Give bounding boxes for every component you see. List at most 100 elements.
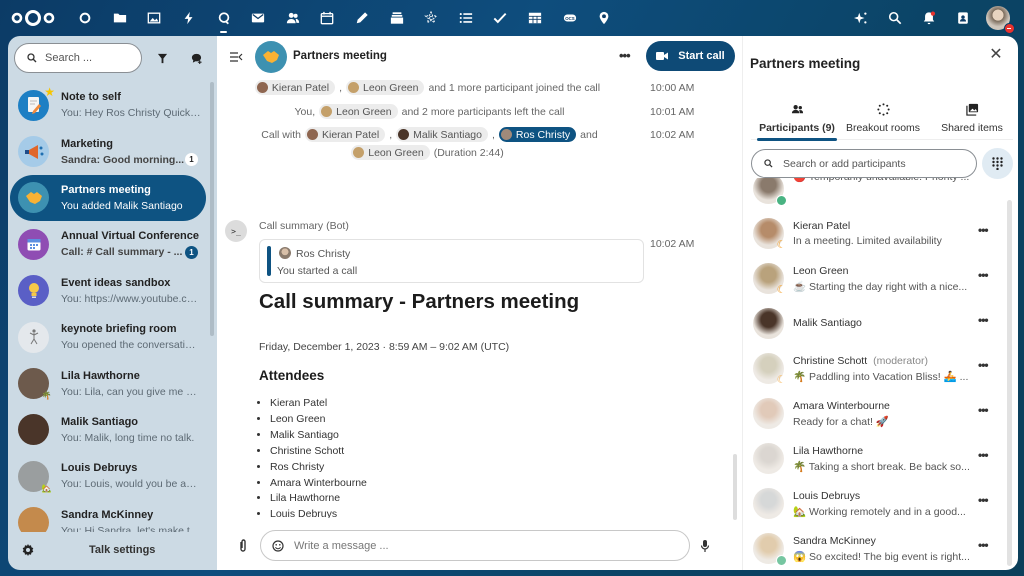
participant-actions-icon[interactable]: ••• — [978, 493, 989, 507]
conversation-list-scrollbar[interactable] — [210, 82, 214, 336]
conversation-item[interactable]: keynote briefing room You opened the conv… — [10, 314, 206, 360]
system-text: , — [491, 128, 495, 141]
app-deck[interactable] — [379, 0, 414, 36]
location-pin-icon — [599, 11, 609, 25]
tab-participants[interactable]: Participants (9) — [757, 100, 837, 141]
favorite-star-icon: ★ — [44, 84, 55, 99]
filter-button[interactable] — [150, 46, 174, 70]
participant-actions-icon[interactable]: ••• — [978, 358, 989, 372]
user-mention[interactable]: Ros Christy — [498, 127, 577, 142]
attendee-item: Amara Winterbourne — [270, 476, 367, 492]
participant-status-message: 🌴 Paddling into Vacation Bliss! 🚣 ... — [793, 371, 969, 383]
emoji-icon[interactable] — [272, 539, 284, 552]
app-maps[interactable] — [587, 0, 622, 36]
participant-item[interactable]: Amara Winterbourne Ready for a chat! 🚀 ••• — [743, 391, 1005, 436]
header-right — [844, 0, 1024, 36]
participant-search-input[interactable] — [783, 157, 963, 170]
user-avatar[interactable] — [986, 6, 1015, 34]
app-activity[interactable] — [172, 0, 207, 36]
close-sidebar-icon[interactable]: ✕ — [989, 47, 1003, 63]
app-mail[interactable] — [241, 0, 276, 36]
conversation-avatar[interactable] — [255, 41, 287, 73]
participant-item[interactable]: ☾ Kieran Patel In a meeting. Limited avail… — [743, 211, 1005, 256]
app-appstore[interactable]: C — [414, 0, 449, 36]
mention-name: Leon Green — [336, 105, 392, 118]
user-mention[interactable]: Kieran Patel — [304, 127, 386, 142]
participant-status-message: 😱 So excited! The big event is right... — [793, 551, 970, 563]
app-talk[interactable] — [206, 0, 241, 36]
app-tasks[interactable] — [449, 0, 484, 36]
bot-avatar: >_ — [225, 220, 247, 242]
participant-list-scrollbar[interactable] — [1007, 200, 1012, 566]
microphone-icon[interactable] — [699, 539, 711, 553]
conversation-item[interactable]: Malik Santiago You: Malik, long time no t… — [10, 407, 206, 453]
new-conversation-button[interactable] — [184, 46, 208, 70]
app-checkmark[interactable] — [483, 0, 518, 36]
app-notes[interactable] — [345, 0, 380, 36]
user-mention[interactable]: Malik Santiago — [396, 127, 488, 142]
conversation-title[interactable]: Partners meeting — [293, 50, 387, 62]
conversation-item[interactable]: 🏡 Louis Debruys You: Louis, would you be a… — [10, 453, 206, 499]
participant-actions-icon[interactable]: ••• — [978, 268, 989, 282]
toggle-navigation-icon[interactable] — [229, 50, 243, 64]
conversation-search[interactable] — [14, 43, 142, 73]
user-mention[interactable]: Kieran Patel — [254, 80, 336, 95]
contacts-card-icon[interactable] — [946, 0, 980, 36]
app-files[interactable] — [103, 0, 138, 36]
conversation-item[interactable]: ★ Note to self You: Hey Ros Christy Quick … — [10, 82, 206, 128]
mention-avatar — [348, 82, 360, 93]
online-status-icon — [776, 555, 787, 566]
conversation-item[interactable]: Sandra McKinney You: Hi Sandra, let's mak… — [10, 500, 206, 532]
participant-actions-icon[interactable]: ••• — [978, 313, 989, 327]
participant-actions-icon[interactable]: ••• — [978, 223, 989, 237]
tab-breakout-rooms[interactable]: Breakout rooms — [843, 100, 923, 140]
more-options-icon[interactable]: ••• — [619, 48, 631, 63]
paperclip-icon[interactable] — [237, 539, 249, 553]
message-input[interactable] — [294, 539, 674, 552]
handshake-icon — [25, 191, 43, 205]
summary-date: Friday, December 1, 2023 · 8:59 AM – 9:0… — [259, 341, 510, 353]
app-ocs[interactable]: OCS — [552, 0, 587, 36]
participant-actions-icon[interactable]: ••• — [978, 448, 989, 462]
conversation-search-input[interactable] — [45, 52, 130, 64]
app-calendar[interactable] — [310, 0, 345, 36]
participant-item[interactable]: ☾ Leon Green ☕ Starting the day right with… — [743, 256, 1005, 301]
conversation-item[interactable]: Annual Virtual Conference Call: # Call su… — [10, 221, 206, 267]
mention-name: Malik Santiago — [413, 128, 482, 141]
participant-item[interactable]: ⛔ Temporarily unavailable. Priority ... — [743, 178, 1005, 211]
conversation-item[interactable]: Partners meeting You added Malik Santiago — [10, 174, 206, 222]
nextcloud-logo[interactable] — [10, 8, 56, 28]
app-contacts[interactable] — [276, 0, 311, 36]
participant-item[interactable]: Louis Debruys 🏡 Working remotely and in a… — [743, 481, 1005, 526]
contacts-icon — [286, 12, 299, 24]
conversation-item[interactable]: 🌴 Lila Hawthorne You: Lila, can you give m… — [10, 360, 206, 406]
app-photos[interactable] — [137, 0, 172, 36]
user-mention[interactable]: Leon Green — [351, 145, 430, 160]
user-mention[interactable]: Leon Green — [346, 80, 425, 95]
participant-item[interactable]: Sandra McKinney 😱 So excited! The big eve… — [743, 526, 1005, 570]
chat-scrollbar[interactable] — [733, 454, 737, 520]
tab-shared-items[interactable]: Shared items — [933, 100, 1011, 140]
conversation-item[interactable]: Marketing Sandra: Good morning... 1 — [10, 128, 206, 174]
participant-item[interactable]: Malik Santiago ••• — [743, 301, 1005, 346]
assistant-sparkle-icon[interactable] — [844, 0, 878, 36]
participant-search[interactable] — [751, 149, 977, 178]
conversation-item[interactable]: Event ideas sandbox You: https://www.yout… — [10, 268, 206, 314]
app-dashboard[interactable] — [68, 0, 103, 36]
participant-actions-icon[interactable]: ••• — [978, 538, 989, 552]
participant-item[interactable]: ☾ Christine Schott (moderator) 🌴 Paddling i… — [743, 346, 1005, 391]
search-icon[interactable] — [878, 0, 912, 36]
participant-status-message: ☕ Starting the day right with a nice... — [793, 281, 968, 293]
conversation-last-message: You: Lila, can you give me an... — [61, 385, 201, 398]
notifications-bell-icon[interactable] — [912, 0, 946, 36]
user-mention[interactable]: Leon Green — [319, 104, 398, 119]
participant-actions-icon[interactable]: ••• — [978, 403, 989, 417]
app-tables[interactable] — [518, 0, 553, 36]
user-status-icon: 🏡 — [41, 483, 52, 493]
start-call-button[interactable]: Start call — [646, 41, 735, 71]
dialpad-button[interactable] — [982, 148, 1013, 179]
talk-settings-button[interactable]: Talk settings — [8, 530, 217, 570]
participant-item[interactable]: Lila Hawthorne 🌴 Taking a short break. Be… — [743, 436, 1005, 481]
conversation-last-message: You: Louis, would you be abl... — [61, 478, 201, 491]
quoted-message[interactable]: Ros Christy You started a call — [259, 239, 644, 283]
